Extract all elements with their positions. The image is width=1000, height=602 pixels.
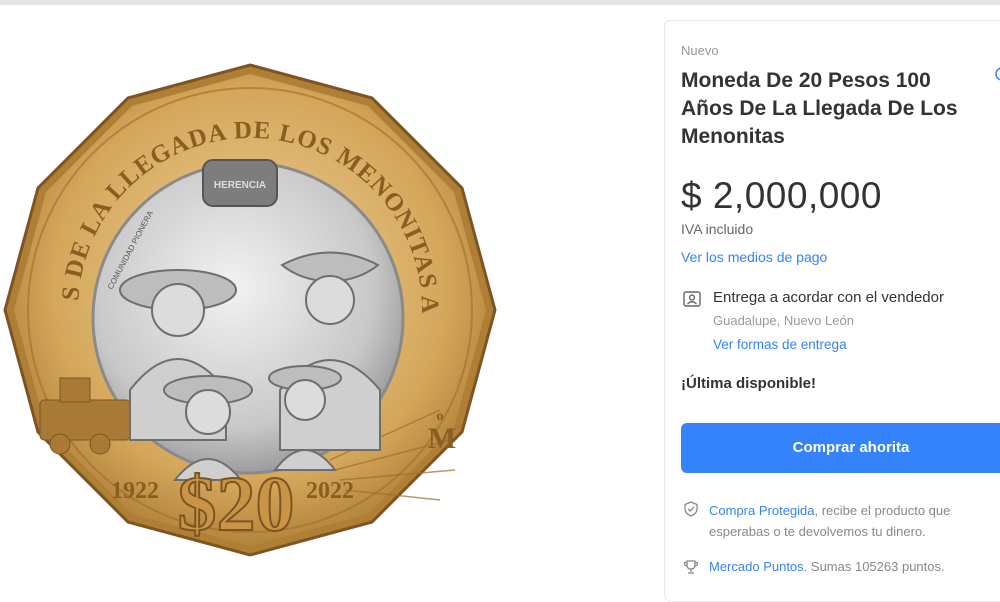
product-image[interactable]: CIEN AÑOS DE LA LLEGADA DE LOS MENONITAS… — [0, 60, 500, 560]
coin-denomination: $20 — [178, 460, 295, 547]
product-panel: Nuevo Moneda De 20 Pesos 100 Años De La … — [664, 20, 1000, 602]
coin-year-right: 2022 — [306, 478, 354, 504]
shield-icon — [684, 501, 698, 517]
svg-text:M: M — [428, 422, 456, 455]
tax-note: IVA incluido — [681, 221, 754, 237]
payment-methods-link[interactable]: Ver los medios de pago — [681, 249, 827, 265]
product-price: $ 2,000,000 — [681, 175, 882, 216]
points-text: Mercado Puntos. Sumas 105263 puntos. — [709, 559, 945, 574]
protection-text: Compra Protegida, recibe el producto que… — [709, 500, 1000, 542]
location-pin-icon — [683, 291, 701, 307]
coin-year-left: 1922 — [111, 478, 159, 504]
product-title: Moneda De 20 Pesos 100 Años De La Llegad… — [681, 69, 958, 148]
shipping-title: Entrega a acordar con el vendedor — [713, 289, 944, 306]
buy-now-button[interactable]: Comprar ahorita — [681, 423, 1000, 473]
coin-illustration: CIEN AÑOS DE LA LLEGADA DE LOS MENONITAS… — [0, 60, 497, 557]
favorite-icon[interactable] — [995, 67, 1000, 81]
svg-text:HERENCIA: HERENCIA — [214, 180, 266, 191]
shipping-options-link[interactable]: Ver formas de entrega — [713, 337, 847, 352]
top-bar — [0, 0, 1000, 5]
shipping-location: Guadalupe, Nuevo León — [713, 313, 854, 328]
mercado-points-link[interactable]: Mercado Puntos — [709, 559, 804, 574]
points-description: . Sumas 105263 puntos. — [803, 559, 945, 574]
trophy-icon — [683, 560, 699, 574]
protected-purchase-link[interactable]: Compra Protegida — [709, 503, 815, 518]
stock-note: ¡Última disponible! — [681, 375, 816, 392]
condition-label: Nuevo — [681, 43, 719, 58]
